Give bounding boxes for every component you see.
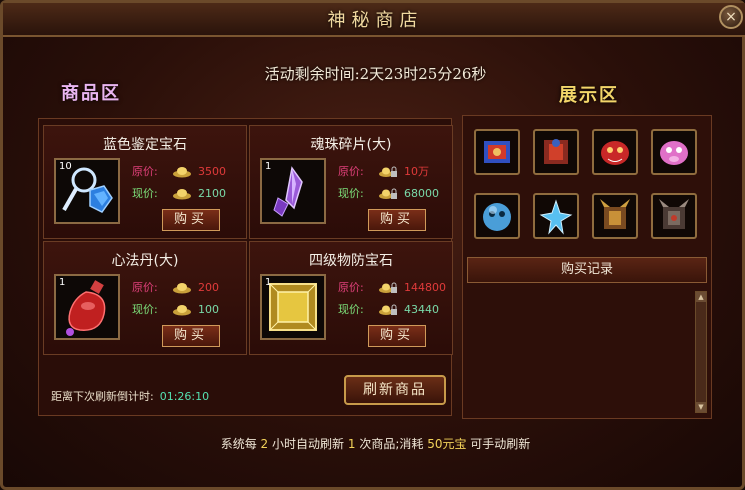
showcase-slot[interactable] <box>651 193 697 239</box>
showcase-slot[interactable] <box>592 129 638 175</box>
current-price-row: 现价: 68000 <box>338 185 439 201</box>
goods-name: 魂珠碎片(大) <box>310 137 392 153</box>
gold-ingot-icon <box>173 167 191 178</box>
original-price-row: 原价: 10万 <box>338 163 429 179</box>
showcase-slot[interactable] <box>592 193 638 239</box>
original-price-value: 144800 <box>404 281 446 294</box>
purchase-record-list <box>467 289 693 413</box>
item-quantity: 1 <box>59 277 66 288</box>
goods-item-slot[interactable]: 1 <box>260 274 326 340</box>
locked-gold-ingot-icon <box>379 304 397 315</box>
item-quantity: 1 <box>265 277 272 288</box>
footer-count: 1 <box>347 437 356 451</box>
original-price-value: 200 <box>198 281 219 294</box>
original-price-label: 原价: <box>132 281 158 294</box>
scroll-up-icon[interactable]: ▲ <box>696 292 706 302</box>
goods-name: 四级物防宝石 <box>309 253 393 269</box>
scroll-down-icon[interactable]: ▼ <box>696 402 706 412</box>
item-quantity: 10 <box>59 161 72 172</box>
showcase-slot[interactable] <box>474 129 520 175</box>
goods-item-slot[interactable]: 1 <box>260 158 326 224</box>
timer-label: 活动剩余时间: <box>264 65 360 83</box>
golden-spiked-armor-icon <box>600 199 630 229</box>
goods-item-slot[interactable]: 10 <box>54 158 120 224</box>
refresh-countdown: 距离下次刷新倒计时: 01:26:10 <box>51 388 209 404</box>
record-scrollbar[interactable]: ▲ ▼ <box>695 291 707 413</box>
footer-text-4: 可手动刷新 <box>470 437 531 451</box>
original-price-label: 原价: <box>338 281 364 294</box>
original-price-value: 3500 <box>198 165 226 178</box>
original-price-label: 原价: <box>338 165 364 178</box>
current-price-label: 现价: <box>338 187 364 200</box>
window-title: 神秘商店 <box>327 10 424 31</box>
footer-text-1: 系统每 <box>220 437 257 451</box>
gold-ingot-icon <box>173 283 191 294</box>
goods-card: 魂珠碎片(大) 1 原价: 10万 现价: 68000 购买 <box>249 125 453 239</box>
footer-hours: 2 <box>260 437 269 451</box>
current-price-value: 68000 <box>404 187 439 200</box>
gold-ingot-icon <box>173 305 191 316</box>
locked-gold-ingot-icon <box>379 282 397 293</box>
dark-spiked-armor-icon <box>659 199 689 229</box>
countdown-label: 距离下次刷新倒计时: <box>51 390 154 403</box>
countdown-value: 01:26:10 <box>159 390 210 403</box>
red-beast-icon <box>601 141 629 165</box>
current-price-row: 现价: 100 <box>132 301 219 317</box>
locked-gold-ingot-icon <box>379 188 397 199</box>
locked-gold-ingot-icon <box>379 166 397 177</box>
showcase-slot[interactable] <box>533 129 579 175</box>
item-quantity: 1 <box>265 161 272 172</box>
gold-ingot-icon <box>173 189 191 200</box>
current-price-label: 现价: <box>132 303 158 316</box>
footer-text-2: 小时自动刷新 <box>272 437 345 451</box>
current-price-value: 100 <box>198 303 219 316</box>
goods-card: 蓝色鉴定宝石 10 原价: 3500 现价: 2100 购买 <box>43 125 247 239</box>
refresh-goods-button[interactable]: 刷新商品 <box>344 375 446 405</box>
blue-orb-creature-icon <box>483 203 511 231</box>
title-bar: 神秘商店 × <box>3 3 745 37</box>
current-price-label: 现价: <box>338 303 364 316</box>
current-price-row: 现价: 43440 <box>338 301 439 317</box>
close-button[interactable]: × <box>719 5 743 29</box>
display-section-title: 展示区 <box>559 85 619 106</box>
footer-cost: 50元宝 <box>427 437 467 451</box>
goods-panel: 蓝色鉴定宝石 10 原价: 3500 现价: 2100 购买 魂珠碎片(大) 1… <box>38 118 453 416</box>
goods-name: 心法丹(大) <box>111 253 179 269</box>
showcase-slot[interactable] <box>474 193 520 239</box>
current-price-label: 现价: <box>132 187 158 200</box>
goods-card: 心法丹(大) 1 原价: 200 现价: 100 购买 <box>43 241 247 355</box>
pink-beast-icon <box>660 141 688 165</box>
original-price-row: 原价: 144800 <box>338 279 446 295</box>
buy-button[interactable]: 购买 <box>162 209 220 231</box>
original-price-row: 原价: 3500 <box>132 163 226 179</box>
showcase-slot[interactable] <box>651 129 697 175</box>
blue-crystal-burst-icon <box>539 199 573 235</box>
goods-item-slot[interactable]: 1 <box>54 274 120 340</box>
current-price-row: 现价: 2100 <box>132 185 226 201</box>
buy-button[interactable]: 购买 <box>368 325 426 347</box>
goods-name: 蓝色鉴定宝石 <box>103 137 187 153</box>
current-price-value: 43440 <box>404 303 439 316</box>
buy-button[interactable]: 购买 <box>368 209 426 231</box>
original-price-value: 10万 <box>404 165 429 178</box>
purchase-record-tab[interactable]: 购买记录 <box>467 257 707 283</box>
buy-button[interactable]: 购买 <box>162 325 220 347</box>
shop-window: 神秘商店 × 活动剩余时间:2天23时25分26秒 商品区 展示区 蓝色鉴定宝石… <box>0 0 745 490</box>
original-price-row: 原价: 200 <box>132 279 219 295</box>
shop-section-title: 商品区 <box>61 83 121 104</box>
red-armor-icon <box>544 139 568 164</box>
timer-value: 2天23时25分26秒 <box>359 65 487 83</box>
footer-text-3: 次商品;消耗 <box>359 437 424 451</box>
original-price-label: 原价: <box>132 165 158 178</box>
footer-note: 系统每 2 小时自动刷新 1 次商品;消耗 50元宝 可手动刷新 <box>3 435 745 452</box>
current-price-value: 2100 <box>198 187 226 200</box>
goods-card: 四级物防宝石 1 原价: 144800 现价: 43440 购买 <box>249 241 453 355</box>
showcase-slot[interactable] <box>533 193 579 239</box>
blue-red-armor-icon <box>484 141 510 163</box>
